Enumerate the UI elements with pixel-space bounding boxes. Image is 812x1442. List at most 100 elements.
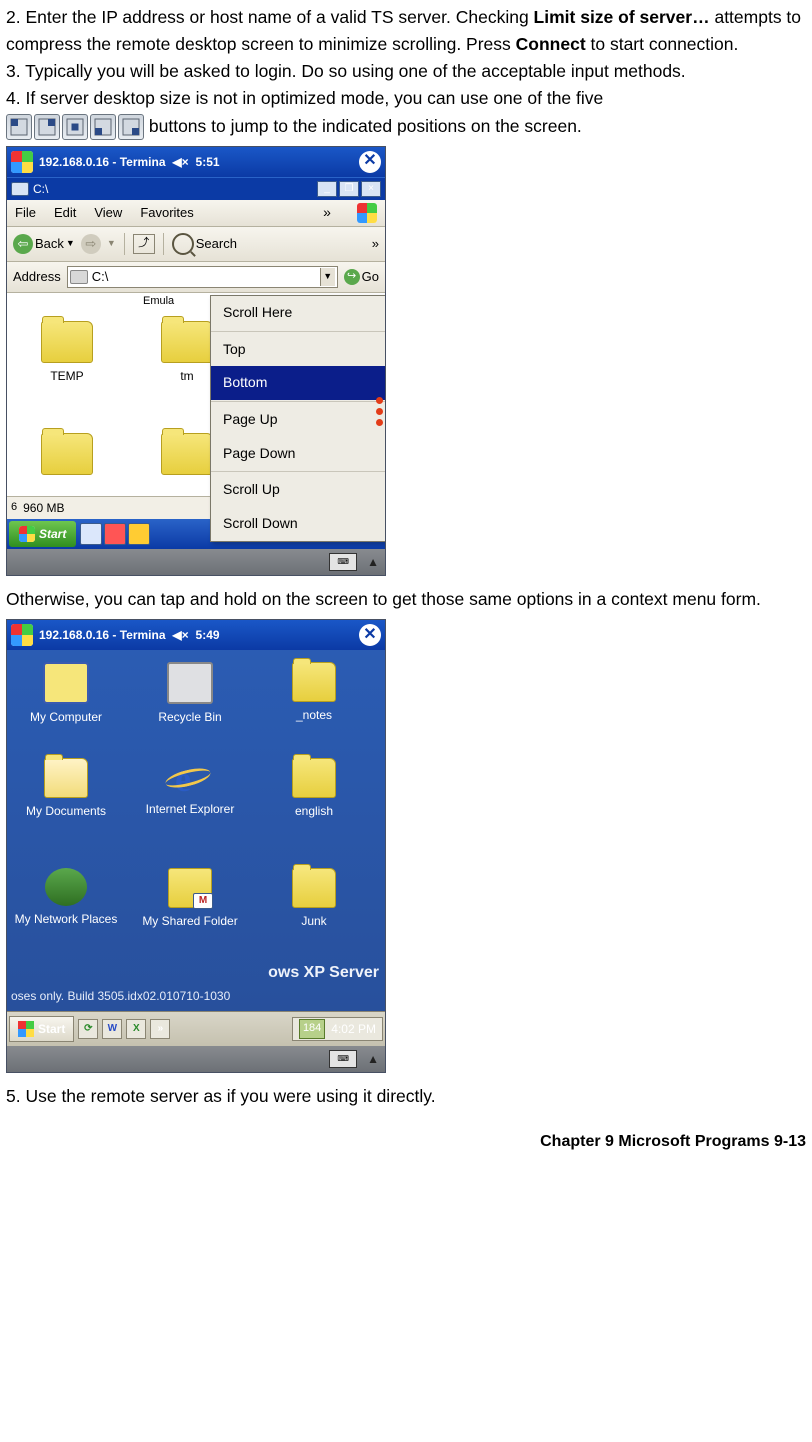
quick-launch-overflow-icon[interactable]: » [150,1019,170,1039]
explorer-toolbar: ⇦Back▼ ⇨ ▼ ⤴ Search » [7,227,385,262]
menu-overflow-icon[interactable]: » [319,202,335,224]
step4-text-a: 4. If server desktop size is not in opti… [6,88,603,108]
position-buttons [6,114,144,140]
speaker-icon[interactable]: ◀× [172,626,190,645]
quick-launch-refresh-icon[interactable]: ⟳ [78,1019,98,1039]
keyboard-icon[interactable]: ⌨ [329,1050,357,1068]
start-flag-icon[interactable] [11,624,33,646]
quick-launch-icon[interactable] [104,523,126,545]
close-icon[interactable]: ✕ [359,624,381,646]
folder-icon [161,321,213,363]
step-2: 2. Enter the IP address or host name of … [6,4,806,58]
pos-top-left-icon[interactable] [6,114,32,140]
quick-launch-icon[interactable] [128,523,150,545]
menu-file[interactable]: File [15,203,36,223]
xp-watermark-build: oses only. Build 3505.idx02.010710-1030 [11,987,381,1006]
shared-folder-icon [168,868,212,908]
keyboard-icon[interactable]: ⌨ [329,553,357,571]
ctx-bottom[interactable]: Bottom [211,366,385,400]
desktop-my-computer[interactable]: My Computer [11,662,121,727]
back-label: Back [35,234,64,254]
pda-title: 192.168.0.16 - Termina [39,153,166,172]
menu-favorites[interactable]: Favorites [140,203,193,223]
pos-bottom-left-icon[interactable] [90,114,116,140]
start-button[interactable]: Start [9,521,76,547]
ctx-top[interactable]: Top [211,333,385,367]
search-button[interactable]: Search [172,233,237,255]
quick-launch-excel-icon[interactable]: X [126,1019,146,1039]
maximize-button[interactable]: ❐ [339,181,359,197]
toolbar-overflow-icon[interactable]: » [372,234,379,254]
desktop-shared-folder[interactable]: My Shared Folder [135,868,245,931]
scroll-context-menu: Scroll Here Top Bottom Page Up Page Down… [210,295,385,542]
forward-menu-icon[interactable]: ▼ [107,237,116,251]
start-flag-icon[interactable] [11,151,33,173]
ctx-scroll-up[interactable]: Scroll Up [211,473,385,507]
quick-launch-icon[interactable] [80,523,102,545]
partial-text-emula: Emula [143,293,174,310]
desktop-english-folder[interactable]: english [259,758,369,821]
desktop-internet-explorer[interactable]: Internet Explorer [135,758,245,819]
forward-button[interactable]: ⇨ [81,234,101,254]
callout-dots [374,393,385,430]
connect-label: Connect [516,34,586,54]
limit-size-label: Limit size of server… [534,7,710,27]
pda-titlebar: 192.168.0.16 - Termina ◀× 5:51 ✕ [7,147,385,177]
pos-center-icon[interactable] [62,114,88,140]
window-close-button[interactable]: × [361,181,381,197]
screenshot-1: 192.168.0.16 - Termina ◀× 5:51 ✕ C:\ _ ❐… [6,146,386,576]
tray-badge[interactable]: 184 [299,1019,325,1038]
pda-titlebar: 192.168.0.16 - Termina ◀× 5:49 ✕ [7,620,385,650]
page-footer: Chapter 9 Microsoft Programs 9-13 [6,1130,806,1155]
folder-temp[interactable]: TEMP [27,321,107,386]
throbber-flag-icon [357,203,377,223]
desktop-network-places[interactable]: My Network Places [11,868,121,929]
separator [211,401,385,402]
ctx-page-down[interactable]: Page Down [211,437,385,471]
up-arrow-icon[interactable]: ▲ [367,1050,379,1069]
start-flag-icon [19,526,35,542]
desktop-junk-folder[interactable]: Junk [259,868,369,931]
folder-icon [41,321,93,363]
folder-generic[interactable] [27,433,107,475]
speaker-icon[interactable]: ◀× [172,153,190,172]
remote-desktop[interactable]: My Computer Recycle Bin _notes My Docume… [7,650,385,1046]
recycle-bin-icon [167,662,213,704]
ie-icon [169,758,211,796]
ctx-scroll-down[interactable]: Scroll Down [211,507,385,541]
desktop-notes-folder[interactable]: _notes [259,662,369,725]
up-arrow-icon[interactable]: ▲ [367,553,379,572]
pos-bottom-right-icon[interactable] [118,114,144,140]
folder-icon [292,868,336,908]
chevron-down-icon[interactable]: ▼ [320,268,335,286]
close-icon[interactable]: ✕ [359,151,381,173]
page-number: 9-13 [774,1133,806,1150]
step2-text-a: 2. Enter the IP address or host name of … [6,7,534,27]
icon-label: My Documents [26,802,106,821]
go-button[interactable]: ↪Go [344,267,379,287]
minimize-button[interactable]: _ [317,181,337,197]
desktop-my-documents[interactable]: My Documents [11,758,121,821]
ctx-scroll-here[interactable]: Scroll Here [211,296,385,330]
quick-launch-word-icon[interactable]: W [102,1019,122,1039]
chapter-label: Chapter 9 Microsoft Programs [540,1133,769,1150]
after-shot1-text: Otherwise, you can tap and hold on the s… [6,586,806,613]
start-label: Start [38,1020,65,1039]
explorer-menubar: File Edit View Favorites » [7,200,385,227]
desktop-recycle-bin[interactable]: Recycle Bin [135,662,245,727]
separator [124,233,125,255]
separator [211,331,385,332]
go-arrow-icon: ↪ [344,269,360,285]
icon-label: My Network Places [15,910,118,929]
up-folder-button[interactable]: ⤴ [133,234,155,254]
start-label: Start [39,525,66,544]
menu-edit[interactable]: Edit [54,203,76,223]
search-label: Search [196,234,237,254]
back-button[interactable]: ⇦Back▼ [13,234,75,254]
address-combo[interactable]: C:\ ▼ [67,266,338,288]
pos-top-right-icon[interactable] [34,114,60,140]
menu-view[interactable]: View [94,203,122,223]
start-button[interactable]: Start [9,1016,74,1042]
tray-clock: 4:02 PM [331,1020,376,1039]
ctx-page-up[interactable]: Page Up [211,403,385,437]
